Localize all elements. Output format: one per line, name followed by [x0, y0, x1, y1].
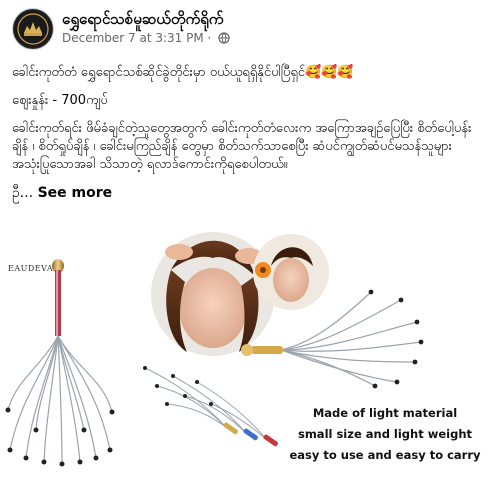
see-more-link[interactable]: See more: [38, 185, 113, 201]
photo-circle-massage: [151, 232, 275, 356]
post-line-description: ခေါင်းကုတ်ရင်း ဖိမ်ခံချင်တဲ့သူတွေအတွက် ခ…: [12, 121, 472, 172]
meta-separator: ·: [207, 31, 212, 45]
image-caption: Made of light material small size and li…: [285, 403, 485, 466]
brand-logo: EAUDEVA: [8, 264, 54, 273]
post-meta: December 7 at 3:31 PM ·: [62, 31, 230, 45]
see-more-row: ဦ... See more: [12, 184, 486, 202]
post-line-availability: ခေါင်းကုတ်တံ ရွှေရောင်သစ်ဆိုင်ခွဲတိုင်းမ…: [12, 65, 354, 80]
page-logo-icon: [14, 10, 52, 48]
post-header: ရွှေရောင်သစ်မူဆယ်တိုက်ရိုက် December 7 a…: [12, 8, 486, 52]
post-line-price: ဈေးနှုန်း - 700ကျပ်: [12, 93, 108, 108]
globe-icon[interactable]: [218, 32, 230, 44]
post-timestamp[interactable]: December 7 at 3:31 PM: [62, 31, 204, 45]
page-avatar[interactable]: [12, 8, 54, 50]
massager-set: [144, 367, 268, 441]
caption-line-3: easy to use and easy to carry: [289, 448, 481, 462]
post-body: ခေါင်းကုတ်တံ ရွှေရောင်သစ်ဆိုင်ခွဲတိုင်းမ…: [12, 64, 486, 202]
page-name[interactable]: ရွှေရောင်သစ်မူဆယ်တိုက်ရိုက်: [62, 10, 223, 32]
photo-circle-relax: [253, 234, 329, 310]
caption-line-1: Made of light material: [312, 406, 458, 420]
caption-line-2: small size and light weight: [297, 427, 473, 441]
truncated-prefix: ဦ...: [12, 185, 34, 201]
